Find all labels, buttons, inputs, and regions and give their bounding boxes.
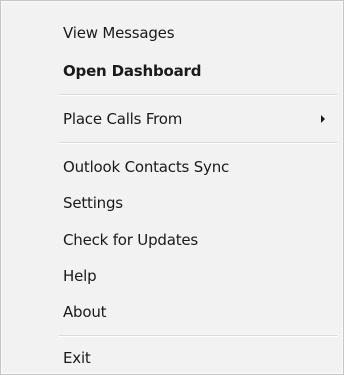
menu-item-place-calls-from[interactable]: Place Calls From xyxy=(5,104,339,134)
menu-item-label: Place Calls From xyxy=(63,110,183,128)
menu-item-label: About xyxy=(63,303,107,321)
menu-item-about[interactable]: About xyxy=(5,297,339,327)
chevron-right-icon xyxy=(321,115,325,123)
menu-item-help[interactable]: Help xyxy=(5,261,339,291)
menu-item-label: Exit xyxy=(63,349,91,367)
menu-item-settings[interactable]: Settings xyxy=(5,188,339,218)
menu-item-label: Settings xyxy=(63,194,123,212)
menu-separator xyxy=(59,142,337,144)
menu-item-open-dashboard[interactable]: Open Dashboard xyxy=(5,56,339,86)
menu-item-label: Outlook Contacts Sync xyxy=(63,158,230,176)
menu-item-exit[interactable]: Exit xyxy=(5,343,339,373)
menu-item-view-messages[interactable]: View Messages xyxy=(5,18,339,48)
menu-item-check-for-updates[interactable]: Check for Updates xyxy=(5,225,339,255)
menu-item-label: Check for Updates xyxy=(63,231,199,249)
menu-item-label: Open Dashboard xyxy=(63,62,202,80)
menu-item-outlook-contacts-sync[interactable]: Outlook Contacts Sync xyxy=(5,152,339,182)
context-menu: View Messages Open Dashboard Place Calls… xyxy=(0,0,344,375)
menu-item-label: View Messages xyxy=(63,24,175,42)
menu-separator xyxy=(59,94,337,96)
menu-item-label: Help xyxy=(63,267,97,285)
menu-separator xyxy=(59,335,337,337)
